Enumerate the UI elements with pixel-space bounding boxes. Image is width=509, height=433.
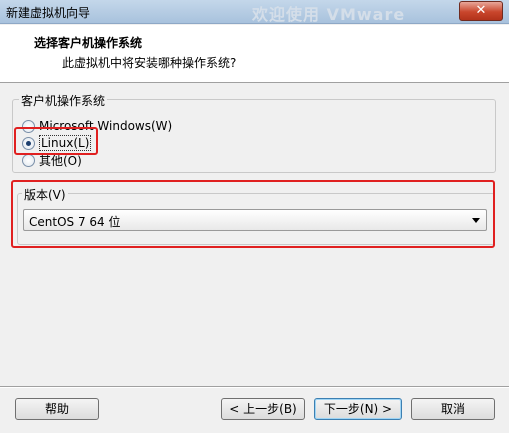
background-window-text: 欢迎使用 VMware [252, 5, 406, 24]
page-subtitle: 此虚拟机中将安装哪种操作系统? [62, 56, 237, 70]
footer-separator [0, 386, 509, 388]
linux-highlight-box [14, 127, 98, 155]
version-highlight-box [11, 180, 495, 248]
os-group-label: 客户机操作系统 [19, 92, 108, 109]
help-button[interactable]: 帮助 [15, 398, 99, 420]
page-title: 选择客户机操作系统 [34, 36, 143, 50]
wizard-header: 选择客户机操作系统 此虚拟机中将安装哪种操作系统? [0, 25, 509, 83]
next-button[interactable]: 下一步(N) > [314, 398, 402, 420]
cancel-button[interactable]: 取消 [411, 398, 495, 420]
close-icon: ✕ [475, 3, 487, 18]
back-button[interactable]: < 上一步(B) [221, 398, 305, 420]
radio-other-circle[interactable] [22, 153, 35, 167]
close-button[interactable]: ✕ [459, 1, 503, 21]
title-bar: 新建虚拟机向导 欢迎使用 VMware ✕ [0, 0, 509, 24]
window-title: 新建虚拟机向导 [6, 6, 91, 20]
